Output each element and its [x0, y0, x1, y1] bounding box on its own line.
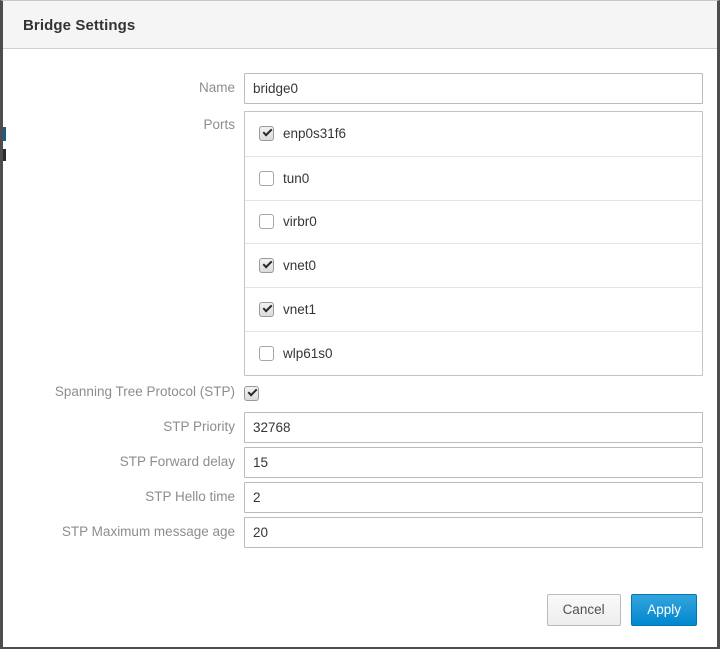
port-item-label: tun0 — [283, 170, 310, 186]
background-page-sliver-dark — [3, 149, 6, 161]
stp-hello-time-label: STP Hello time — [145, 489, 235, 504]
port-list-item[interactable]: vnet0 — [245, 243, 702, 287]
stp-max-message-age-label: STP Maximum message age — [61, 524, 235, 539]
stp-forward-delay-input[interactable] — [244, 447, 703, 478]
port-item-label: vnet1 — [283, 302, 317, 318]
port-item-label: enp0s31f6 — [283, 126, 347, 142]
stp-priority-control — [244, 412, 703, 443]
port-checkbox-tun0[interactable] — [259, 170, 274, 186]
ports-label: Ports — [203, 117, 235, 132]
dialog-titlebar: Bridge Settings — [3, 1, 717, 49]
stp-hello-time-input[interactable] — [244, 482, 703, 513]
bridge-settings-form: Name Ports enp0s31f6 tun0 — [3, 49, 717, 647]
dialog-title: Bridge Settings — [23, 17, 136, 34]
stp-control — [244, 385, 259, 402]
stp-forward-delay-label: STP Forward delay — [119, 454, 235, 469]
port-list-item[interactable]: vnet1 — [245, 287, 702, 331]
name-label: Name — [198, 80, 235, 95]
port-checkbox-wlp61s0[interactable] — [259, 345, 274, 361]
port-list-item[interactable]: tun0 — [245, 155, 702, 200]
port-item-label: vnet0 — [283, 258, 317, 274]
stp-priority-label: STP Priority — [163, 419, 235, 434]
port-checkbox-vnet1[interactable] — [259, 302, 274, 318]
cancel-button[interactable]: Cancel — [546, 594, 621, 626]
stp-max-message-age-input[interactable] — [244, 517, 703, 548]
port-list-item[interactable]: virbr0 — [245, 199, 702, 244]
stp-forward-delay-control — [244, 447, 703, 478]
port-checkbox-enp0s31f6[interactable] — [259, 126, 274, 142]
dialog-footer: Cancel Apply — [546, 594, 697, 626]
stp-hello-time-control — [244, 482, 703, 513]
port-item-label: wlp61s0 — [283, 345, 333, 361]
ports-list[interactable]: enp0s31f6 tun0 virbr0 vnet0 vnet1 wlp61s… — [244, 111, 703, 376]
name-input[interactable] — [244, 73, 703, 104]
apply-button[interactable]: Apply — [631, 594, 697, 626]
stp-label: Spanning Tree Protocol (STP) — [54, 384, 235, 399]
stp-priority-input[interactable] — [244, 412, 703, 443]
port-list-item[interactable]: wlp61s0 — [245, 330, 702, 375]
port-item-label: virbr0 — [283, 214, 317, 230]
port-list-item[interactable]: enp0s31f6 — [245, 112, 702, 156]
ports-control: enp0s31f6 tun0 virbr0 vnet0 vnet1 wlp61s… — [244, 111, 703, 376]
bridge-settings-dialog: Bridge Settings Name Ports enp0s31f6 — [0, 0, 720, 649]
stp-checkbox[interactable] — [244, 386, 259, 402]
port-checkbox-virbr0[interactable] — [259, 214, 274, 230]
background-page-sliver-blue — [3, 127, 6, 141]
name-control — [244, 73, 703, 104]
stp-max-message-age-control — [244, 517, 703, 548]
port-checkbox-vnet0[interactable] — [259, 258, 274, 274]
